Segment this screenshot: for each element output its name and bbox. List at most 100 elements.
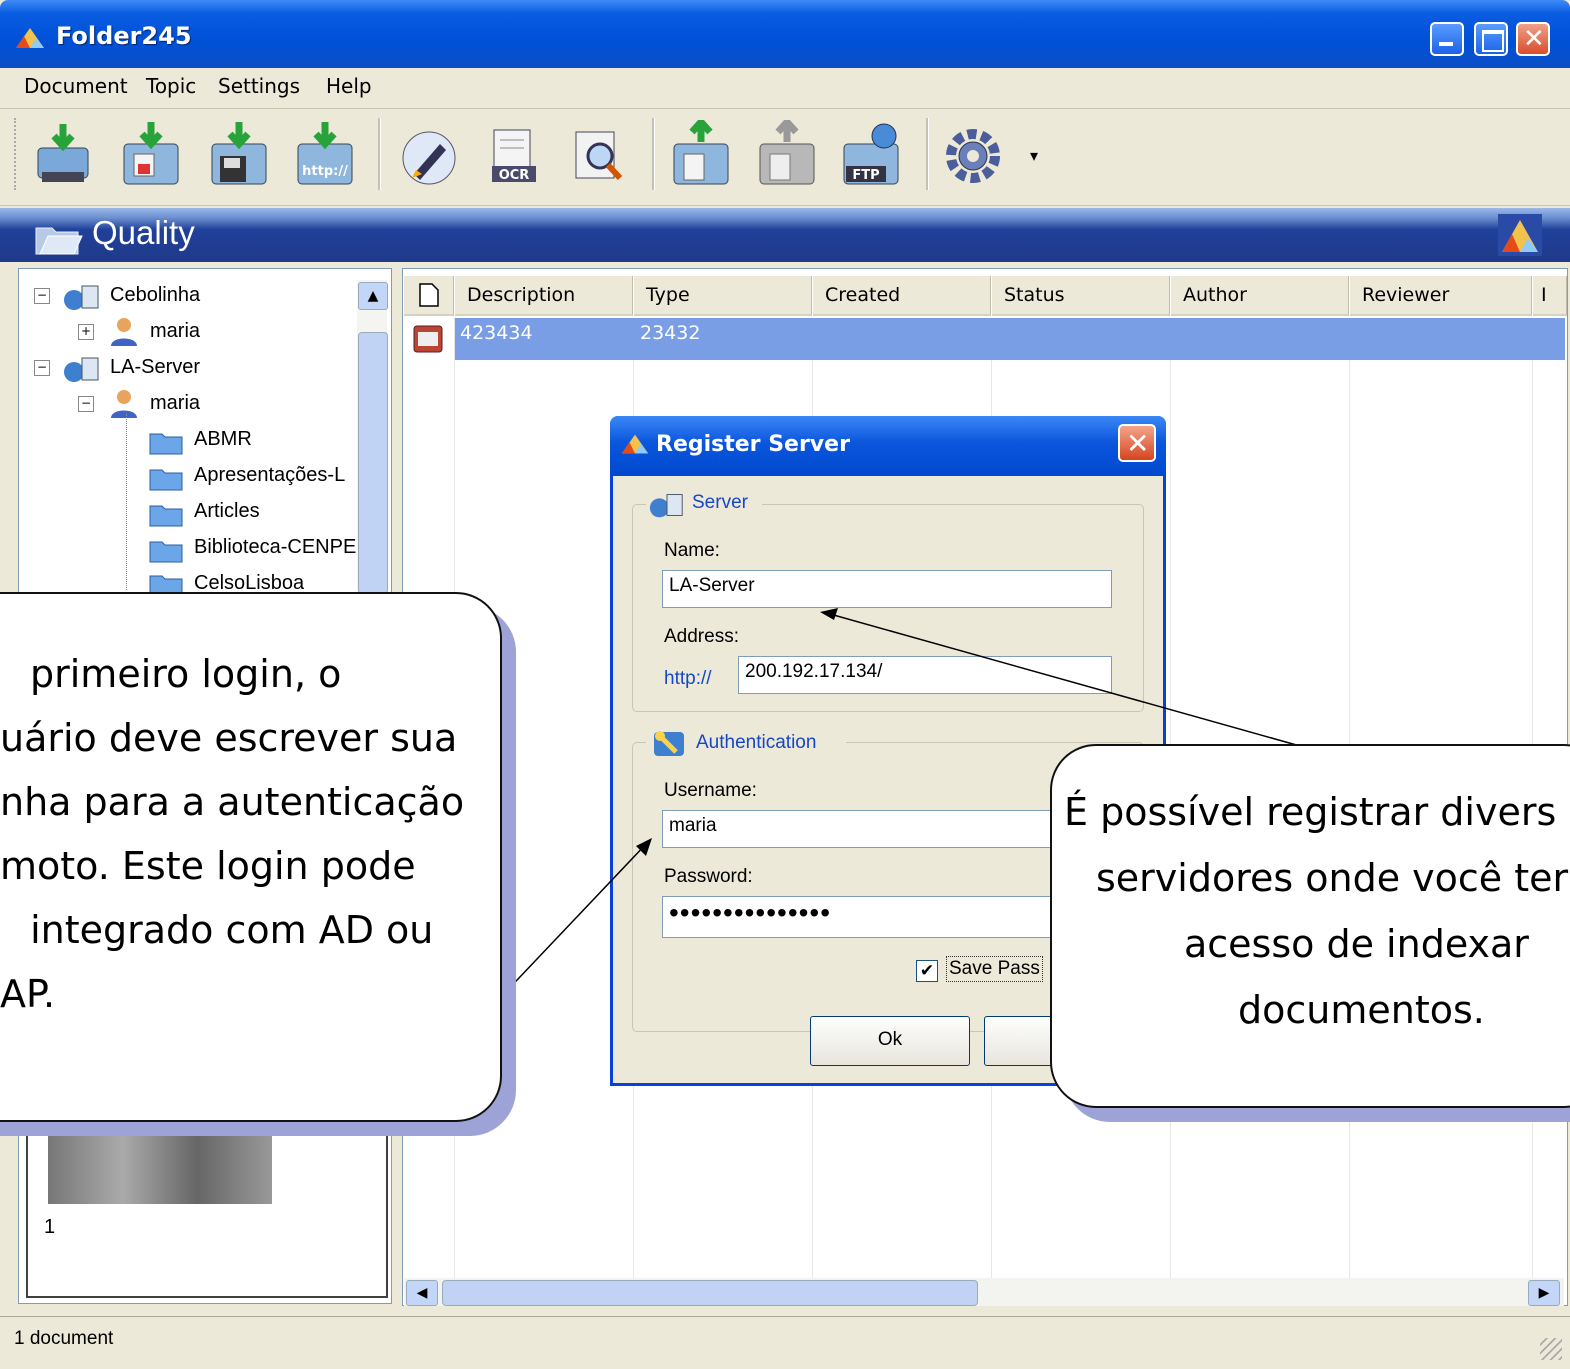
edit-icon[interactable] <box>398 120 460 190</box>
thumbnail-image <box>48 1120 272 1204</box>
close-button[interactable]: ✕ <box>1516 22 1550 56</box>
callout-right-body: É possível registrar divers servidores o… <box>1052 760 1570 1100</box>
tree-item-label[interactable]: maria <box>150 320 200 343</box>
document-type-icon <box>413 325 443 353</box>
toolbar-separator <box>926 118 929 190</box>
section-title: Quality <box>92 214 195 251</box>
save-password-label[interactable]: Save Pass <box>946 956 1043 982</box>
callout-right-line: documentos. <box>1238 988 1485 1032</box>
column-header-more[interactable]: I <box>1533 276 1567 316</box>
menu-help[interactable]: Help <box>326 74 372 98</box>
column-icon-header[interactable] <box>404 276 454 316</box>
tree-item-label[interactable]: Biblioteca-CENPE <box>194 536 356 559</box>
cell-description: 423434 <box>460 322 533 344</box>
tree-scroll-thumb[interactable] <box>358 332 388 594</box>
app-logo-icon <box>16 28 44 48</box>
folder-icon <box>149 505 183 527</box>
password-label: Password: <box>664 866 753 887</box>
settings-dropdown-arrow-icon[interactable]: ▾ <box>1030 146 1038 165</box>
scroll-right-button[interactable]: ▶ <box>1528 1280 1560 1306</box>
callout-left-line: moto. Este login pode <box>0 844 416 888</box>
http-import-icon[interactable]: http:// <box>294 120 356 190</box>
ocr-icon[interactable]: OCR <box>484 120 546 190</box>
app-badge-icon <box>1498 214 1542 256</box>
tree-connector <box>126 414 128 590</box>
column-header-status[interactable]: Status <box>992 276 1170 316</box>
tree-item-label[interactable]: ABMR <box>194 428 252 451</box>
minimize-button[interactable] <box>1430 22 1464 56</box>
username-label: Username: <box>664 780 757 801</box>
scroll-up-button[interactable]: ▲ <box>358 282 388 310</box>
auth-group-label: Authentication <box>696 732 817 753</box>
username-input[interactable]: maria <box>662 810 1112 848</box>
preview-page-number: 1 <box>44 1216 56 1238</box>
dialog-close-button[interactable]: ✕ <box>1118 424 1156 462</box>
folder-icon <box>149 469 183 491</box>
http-label: http:// <box>302 164 348 179</box>
name-label: Name: <box>664 540 720 561</box>
callout-left-line: uário deve escrever sua <box>0 716 458 760</box>
address-prefix: http:// <box>664 668 712 689</box>
collapse-toggle-icon[interactable]: − <box>34 360 50 376</box>
document-icon <box>419 283 439 307</box>
status-text: 1 document <box>14 1328 114 1349</box>
server-name-input[interactable]: LA-Server <box>662 570 1112 608</box>
window-title: Folder245 <box>56 22 192 50</box>
import-icon[interactable] <box>120 120 182 190</box>
export-icon[interactable] <box>670 120 732 190</box>
folder-icon <box>149 433 183 455</box>
user-icon <box>111 390 137 418</box>
column-header-reviewer[interactable]: Reviewer <box>1350 276 1532 316</box>
tree-item-label[interactable]: LA-Server <box>110 356 200 379</box>
collapse-toggle-icon[interactable]: − <box>78 396 94 412</box>
expand-toggle-icon[interactable]: + <box>78 324 94 340</box>
dialog-title: Register Server <box>656 432 850 457</box>
toolbar-separator <box>378 118 381 190</box>
resize-grip-icon[interactable] <box>1540 1338 1562 1360</box>
tree-item-label[interactable]: Cebolinha <box>110 284 200 307</box>
status-bar <box>0 1316 1570 1369</box>
folder-open-icon <box>35 227 83 255</box>
menu-settings[interactable]: Settings <box>218 74 300 98</box>
server-address-input[interactable]: 200.192.17.134/ <box>738 656 1112 694</box>
ok-button[interactable]: Ok <box>810 1016 970 1066</box>
scroll-left-button[interactable]: ◀ <box>406 1280 438 1306</box>
tree-item-label[interactable]: Apresentações-L <box>194 464 345 487</box>
collapse-toggle-icon[interactable]: − <box>34 288 50 304</box>
settings-gear-icon[interactable] <box>942 120 1004 190</box>
column-header-description[interactable]: Description <box>455 276 633 316</box>
column-header-type[interactable]: Type <box>634 276 812 316</box>
tree-item-label[interactable]: maria <box>150 392 200 415</box>
tree-item-label[interactable]: CelsoLisboa <box>194 572 304 594</box>
server-icon <box>64 285 99 310</box>
toolbar-grip[interactable] <box>14 118 20 190</box>
password-input[interactable]: ••••••••••••••• <box>662 896 1112 938</box>
callout-left-body: primeiro login, o uário deve escrever su… <box>0 644 500 1104</box>
key-icon <box>654 731 684 756</box>
search-doc-icon[interactable] <box>568 120 630 190</box>
export-network-icon[interactable] <box>756 120 818 190</box>
server-group-label: Server <box>692 492 748 513</box>
address-label: Address: <box>664 626 739 647</box>
scan-import-icon[interactable] <box>32 120 94 190</box>
callout-right-line: acesso de indexar <box>1184 922 1529 966</box>
callout-left-line: AP. <box>0 972 56 1016</box>
callout-right-line: É possível registrar divers <box>1064 790 1557 834</box>
folder-icon <box>149 575 183 594</box>
folder-icon <box>149 541 183 563</box>
menu-document[interactable]: Document <box>24 74 128 98</box>
callout-left-line: integrado com AD ou <box>18 908 434 952</box>
ftp-icon[interactable]: FTP <box>840 120 902 190</box>
save-password-checkbox[interactable]: ✔ <box>916 960 938 982</box>
column-header-created[interactable]: Created <box>813 276 991 316</box>
maximize-button[interactable] <box>1474 22 1508 56</box>
column-header-author[interactable]: Author <box>1171 276 1349 316</box>
table-row[interactable] <box>455 318 1565 360</box>
app-logo-icon <box>621 434 649 454</box>
callout-left-line: nha para a autenticação <box>0 780 465 824</box>
floppy-import-icon[interactable] <box>208 120 270 190</box>
server-icon <box>64 357 99 382</box>
horizontal-scroll-thumb[interactable] <box>442 1280 978 1306</box>
menu-topic[interactable]: Topic <box>146 74 196 98</box>
tree-item-label[interactable]: Articles <box>194 500 260 523</box>
